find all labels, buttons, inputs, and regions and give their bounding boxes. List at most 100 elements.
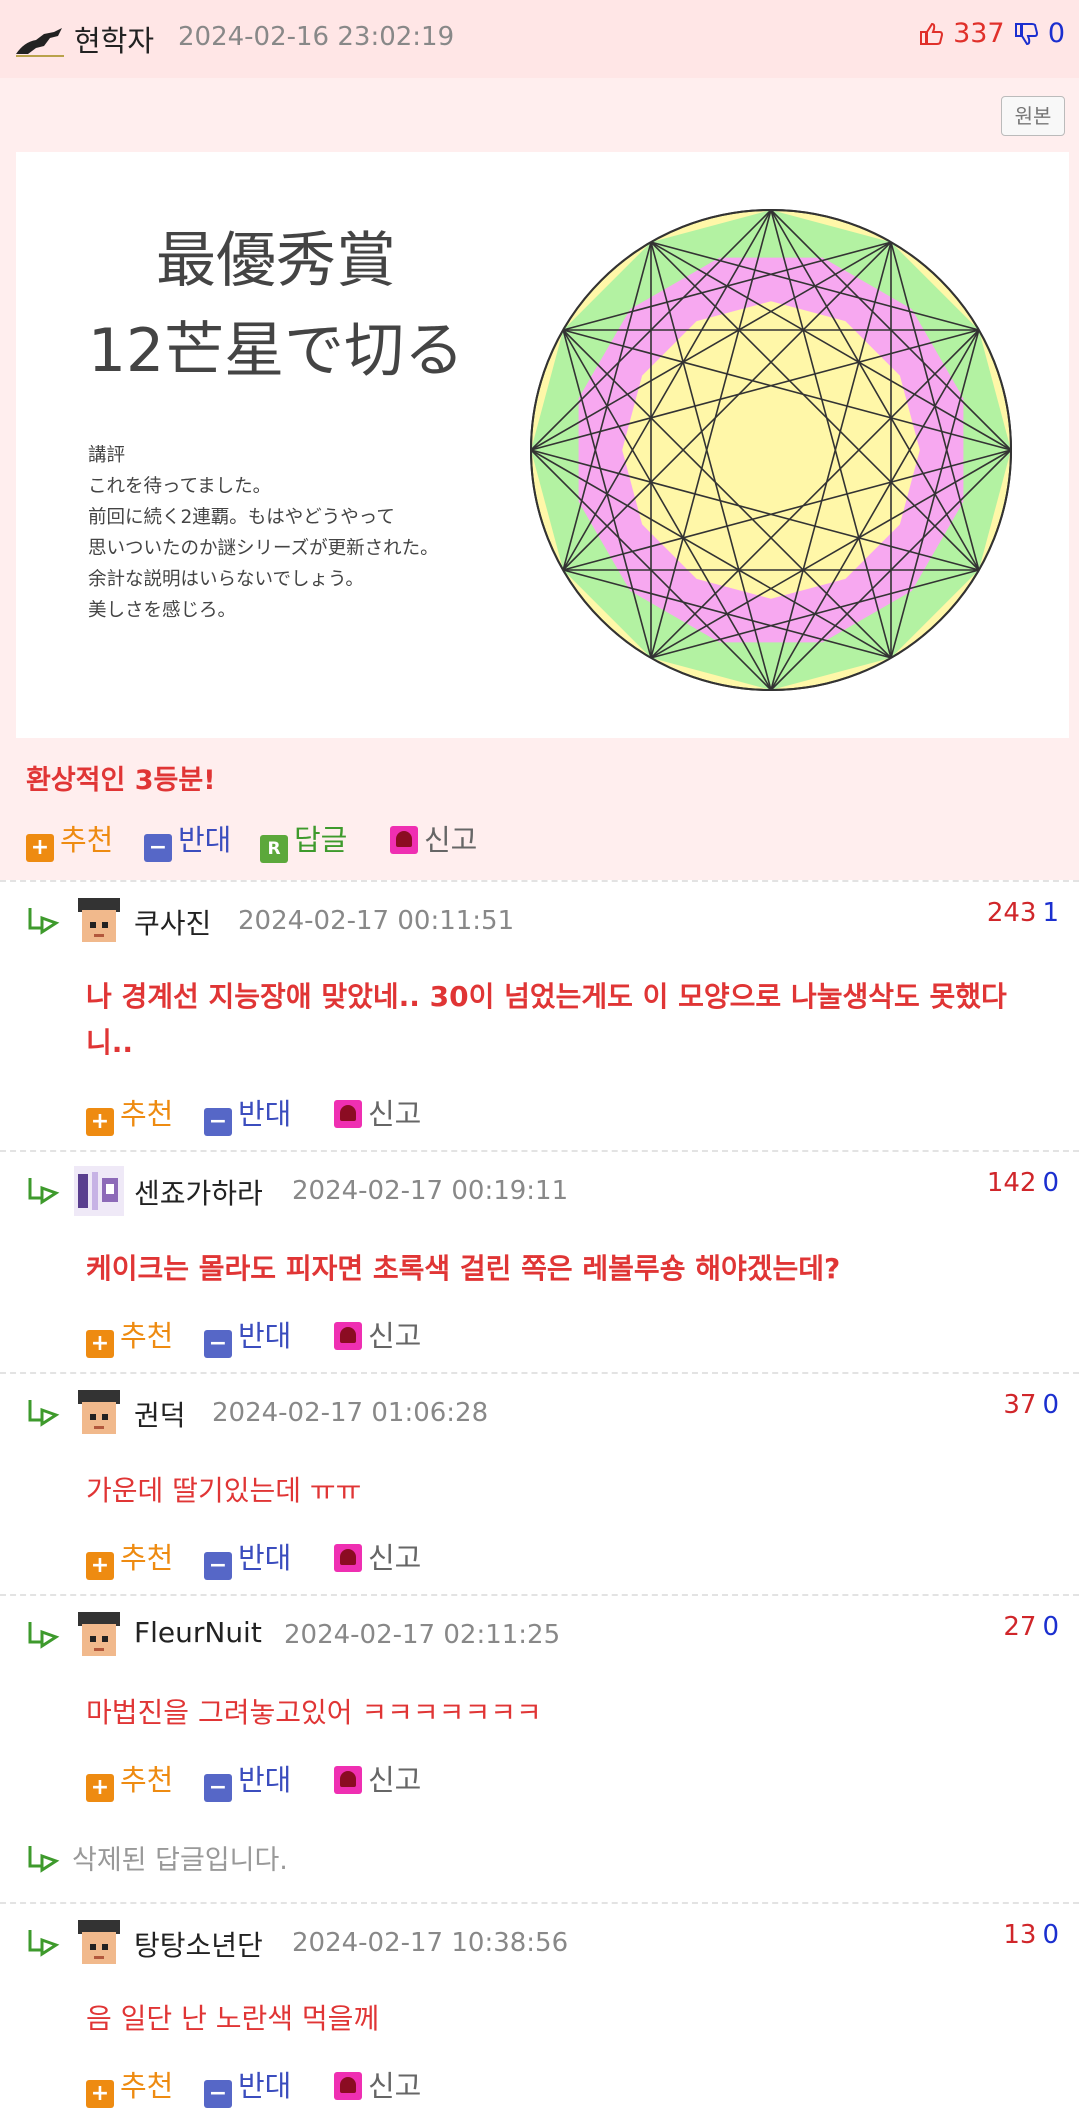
comment-likes: 37	[1003, 1390, 1037, 1420]
recommend-button[interactable]: + 추천	[86, 1760, 174, 1802]
comment-dislikes: 0	[1042, 1390, 1059, 1420]
plus-icon: +	[86, 1774, 114, 1802]
avatar-icon[interactable]	[74, 1166, 124, 1216]
report-label: 신고	[424, 823, 478, 857]
deleted-comment-text: 삭제된 답글입니다.	[72, 1845, 288, 1876]
comment-text: 케이크는 몰라도 피자면 초록색 걸린 쪽은 레볼루숑 해야겠는데?	[86, 1252, 841, 1285]
report-button[interactable]: 신고	[334, 1760, 421, 1800]
siren-icon	[334, 1322, 362, 1350]
comment-votes: 142 0	[987, 1168, 1059, 1198]
thumb-up-icon[interactable]	[918, 21, 944, 47]
comment-timestamp: 2024-02-17 00:11:51	[238, 906, 515, 936]
oppose-label: 반대	[238, 2069, 292, 2103]
report-button[interactable]: 신고	[334, 2066, 421, 2106]
report-label: 신고	[368, 1319, 422, 1353]
siren-icon	[334, 1100, 362, 1128]
comment-author[interactable]: FleurNuit	[134, 1616, 262, 1649]
minus-icon: −	[144, 834, 172, 862]
recommend-label: 추천	[120, 1097, 174, 1131]
image-title-line1: 最優秀賞	[156, 226, 396, 296]
report-label: 신고	[368, 1763, 422, 1797]
siren-icon	[334, 2072, 362, 2100]
comment-author[interactable]: 탕탕소년단	[134, 1924, 263, 1964]
recommend-button[interactable]: + 추천	[86, 2066, 174, 2108]
critique-line: これを待ってました。	[88, 476, 272, 497]
post-timestamp: 2024-02-16 23:02:19	[178, 22, 455, 52]
post-header: 현학자 2024-02-16 23:02:19 337 0	[0, 0, 1079, 79]
comment-timestamp: 2024-02-17 02:11:25	[284, 1620, 561, 1650]
report-button[interactable]: 신고	[334, 1316, 421, 1356]
comment-likes: 243	[986, 898, 1037, 928]
recommend-button[interactable]: + 추천	[26, 820, 114, 862]
oppose-button[interactable]: − 반대	[204, 1316, 292, 1358]
comment-author[interactable]: 쿠사진	[134, 902, 211, 942]
comment-likes: 13	[1003, 1920, 1037, 1950]
oppose-button[interactable]: − 반대	[204, 2066, 292, 2108]
recommend-button[interactable]: + 추천	[86, 1094, 174, 1136]
avatar-icon[interactable]	[74, 1610, 124, 1660]
post-body: 원본 最優秀賞 12芒星で切る 講評 これを待ってました。 前回に続く2連覇。も…	[0, 78, 1079, 880]
reply-arrow-icon	[28, 1930, 60, 1957]
report-button[interactable]: 신고	[334, 1538, 421, 1578]
comment-votes: 13 0	[1003, 1920, 1059, 1950]
critique-line: 美しさを感じろ。	[88, 600, 237, 621]
reply-arrow-icon	[28, 1400, 60, 1427]
comment-author[interactable]: 센죠가하라	[134, 1172, 263, 1212]
report-label: 신고	[368, 2069, 422, 2103]
minus-icon: −	[204, 1774, 232, 1802]
reply-arrow-icon	[28, 1846, 60, 1873]
oppose-button[interactable]: − 반대	[204, 1760, 291, 1802]
avatar-icon[interactable]	[74, 1388, 124, 1438]
reply-r-icon: R	[260, 835, 288, 863]
oppose-label: 반대	[238, 1097, 292, 1131]
recommend-label: 추천	[120, 1763, 174, 1797]
critique-line: 余計な説明はいらないでしょう。	[88, 569, 364, 590]
report-button[interactable]: 신고	[334, 1094, 421, 1134]
minus-icon: −	[204, 1108, 232, 1136]
comment-votes: 27 0	[1003, 1612, 1059, 1642]
reply-button[interactable]: R 답글	[260, 820, 347, 863]
avatar-icon[interactable]	[74, 896, 124, 946]
post-dislikes: 0	[1047, 18, 1065, 49]
comment-text: 나 경계선 지능장애 맞았네.. 30이 넘었는게도 이 모양으로 나눌생삭도 …	[86, 980, 1007, 1059]
comment-text: 가운데 딸기있는데 ㅠㅠ	[86, 1474, 362, 1507]
comment-dislikes: 1	[1042, 898, 1059, 928]
report-button[interactable]: 신고	[390, 820, 477, 860]
oppose-button[interactable]: − 반대	[204, 1094, 292, 1136]
comment-timestamp: 2024-02-17 00:19:11	[292, 1176, 569, 1206]
comment-author[interactable]: 권덕	[134, 1394, 186, 1434]
comment-dislikes: 0	[1042, 1612, 1059, 1642]
twelve-point-star-diagram	[530, 209, 1012, 691]
oppose-label: 반대	[178, 823, 232, 857]
post-likes: 337	[953, 18, 1005, 49]
post-text: 환상적인 3등분!	[26, 765, 216, 796]
recommend-label: 추천	[60, 823, 114, 857]
recommend-label: 추천	[120, 1541, 174, 1575]
plus-icon: +	[26, 834, 54, 862]
post-image[interactable]: 最優秀賞 12芒星で切る 講評 これを待ってました。 前回に続く2連覇。もはやど…	[16, 152, 1069, 738]
avatar-icon[interactable]	[74, 1918, 124, 1968]
siren-icon	[334, 1766, 362, 1794]
thumb-down-icon[interactable]	[1013, 21, 1039, 47]
oppose-label: 반대	[238, 1541, 292, 1575]
recommend-button[interactable]: + 추천	[86, 1538, 174, 1580]
siren-icon	[334, 1544, 362, 1572]
post-author[interactable]: 현학자	[74, 18, 154, 60]
minus-icon: −	[204, 1330, 232, 1358]
critique-line: 思いついたのか謎シリーズが更新された。	[88, 538, 439, 559]
recommend-label: 추천	[120, 2069, 174, 2103]
original-image-button[interactable]: 원본	[1001, 96, 1065, 136]
comment-likes: 142	[986, 1168, 1037, 1198]
oppose-button[interactable]: − 반대	[204, 1538, 292, 1580]
oppose-button[interactable]: − 반대	[144, 820, 232, 862]
comment-timestamp: 2024-02-17 01:06:28	[212, 1398, 489, 1428]
recommend-button[interactable]: + 추천	[86, 1316, 173, 1358]
plus-icon: +	[86, 2080, 114, 2108]
oppose-label: 반대	[238, 1319, 292, 1353]
comment-votes: 37 0	[1003, 1390, 1059, 1420]
comment-text: 마법진을 그려놓고있어 ㅋㅋㅋㅋㅋㅋㅋ	[86, 1696, 542, 1729]
plus-icon: +	[86, 1552, 114, 1580]
comment-dislikes: 0	[1042, 1168, 1059, 1198]
critique-line: 講評	[88, 445, 126, 466]
comment: 센죠가하라 2024-02-17 00:19:11 142 0 케이크는 몰라도 …	[0, 1150, 1079, 1374]
